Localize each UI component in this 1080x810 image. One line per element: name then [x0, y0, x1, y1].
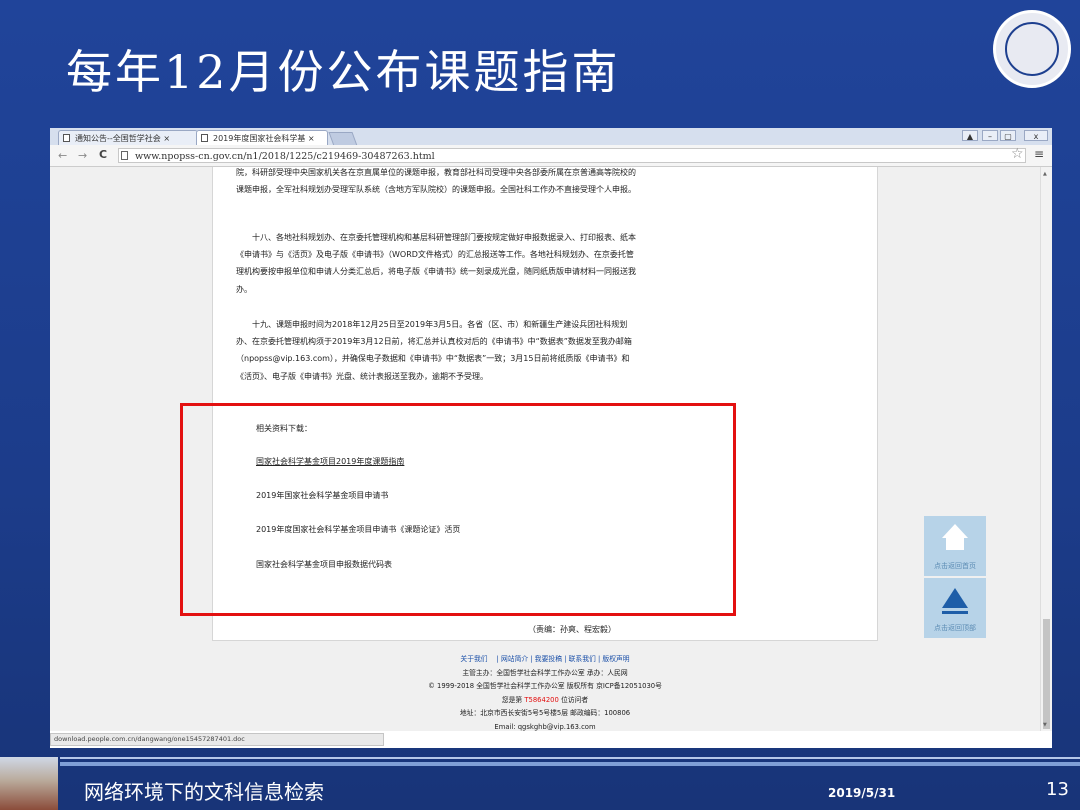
footer-host: 主管主办：全国哲学社会科学工作办公室 承办：人民网: [462, 668, 628, 677]
back-to-top-button[interactable]: 点击返回顶部: [924, 578, 986, 638]
url-input[interactable]: www.npopss-cn.gov.cn/n1/2018/1225/c21946…: [118, 148, 1026, 163]
highlight-box: [180, 403, 736, 616]
profile-button[interactable]: ▲: [962, 130, 978, 141]
new-tab-button[interactable]: [328, 132, 358, 146]
address-bar: ← → C www.npopss-cn.gov.cn/n1/2018/1225/…: [50, 145, 1052, 167]
page-icon: [121, 151, 128, 160]
minimize-button[interactable]: –: [982, 130, 998, 141]
slide-number: 13: [1046, 779, 1069, 800]
footer-email[interactable]: Email: qgskghb@vip.163.com: [50, 721, 1040, 732]
tab-guide[interactable]: 2019年度国家社会科学基 ×: [196, 130, 328, 145]
back-button[interactable]: ←: [58, 149, 67, 162]
site-footer: 关于我们 | 网站简介 | 我要投稿 | 联系我们 | 版权声明 主管主办：全国…: [50, 653, 1040, 731]
course-title: 网络环境下的文科信息检索: [84, 780, 324, 804]
tab-label: 2019年度国家社会科学基 ×: [213, 134, 315, 143]
home-icon: [942, 524, 968, 550]
footer-copyright: © 1999-2018 全国哲学社会科学工作办公室 版权所有 京ICP备1205…: [428, 682, 662, 690]
top-button-label: 点击返回顶部: [934, 624, 976, 632]
footer-address: 地址：北京市西长安街5号5号楼5层 邮政编码：100806: [459, 709, 631, 717]
campus-photo: [0, 757, 58, 810]
vertical-scrollbar[interactable]: ▲ ▼: [1040, 167, 1052, 731]
page-viewport: 院，科研部受理中央国家机关各在京直属单位的课题申报，教育部社科司受理中央各部委所…: [50, 167, 1040, 731]
slide-title: 每年12月份公布课题指南: [66, 45, 621, 99]
tab-notice[interactable]: 通知公告--全国哲学社会 ×: [58, 130, 198, 145]
visitor-count: T5864200: [524, 695, 559, 704]
home-button-label: 点击返回首页: [934, 562, 976, 570]
back-to-home-button[interactable]: 点击返回首页: [924, 516, 986, 576]
editor-credit: （责编：孙爽、程宏毅）: [528, 625, 616, 634]
paragraph-17: 院，科研部受理中央国家机关各在京直属单位的课题申报，教育部社科司受理中央各部委所…: [236, 168, 636, 195]
visitor-counter: 您是第 T5864200 位访问者: [501, 695, 589, 704]
footer-links[interactable]: 关于我们 | 网站简介 | 我要投稿 | 联系我们 | 版权声明: [50, 653, 1040, 667]
forward-button[interactable]: →: [78, 149, 87, 162]
footer-rule: [60, 757, 1080, 767]
page-icon: [63, 134, 70, 142]
paragraph-19: 十九、课题申报时间为2018年12月25日至2019年3月5日。各省（区、市）和…: [236, 320, 632, 381]
maximize-button[interactable]: ▢: [1000, 130, 1016, 141]
tab-label: 通知公告--全国哲学社会 ×: [75, 134, 171, 143]
paragraph-18: 十八、各地社科规划办、在京委托管理机构和基层科研管理部门要按规定做好申报数据录入…: [236, 233, 636, 294]
bookmark-star-icon[interactable]: ☆: [1011, 146, 1024, 162]
scroll-thumb[interactable]: [1043, 619, 1050, 729]
up-arrow-icon: [942, 588, 968, 614]
close-window-button[interactable]: x: [1024, 130, 1048, 141]
university-logo: [993, 10, 1071, 88]
status-bar: download.people.com.cn/dangwang/one15457…: [50, 733, 384, 746]
logo-emblem-icon: [1005, 22, 1059, 76]
scroll-up-icon[interactable]: ▲: [1043, 171, 1047, 177]
browser-window: 通知公告--全国哲学社会 × 2019年度国家社会科学基 × ▲ – ▢ x ←…: [50, 128, 1052, 748]
reload-button[interactable]: C: [99, 148, 107, 161]
tab-bar: 通知公告--全国哲学社会 × 2019年度国家社会科学基 × ▲ – ▢ x: [50, 128, 1052, 146]
menu-icon[interactable]: ≡: [1034, 147, 1044, 161]
scroll-down-icon[interactable]: ▼: [1043, 722, 1047, 728]
slide-date: 2019/5/31: [828, 786, 896, 800]
page-icon: [201, 134, 208, 142]
